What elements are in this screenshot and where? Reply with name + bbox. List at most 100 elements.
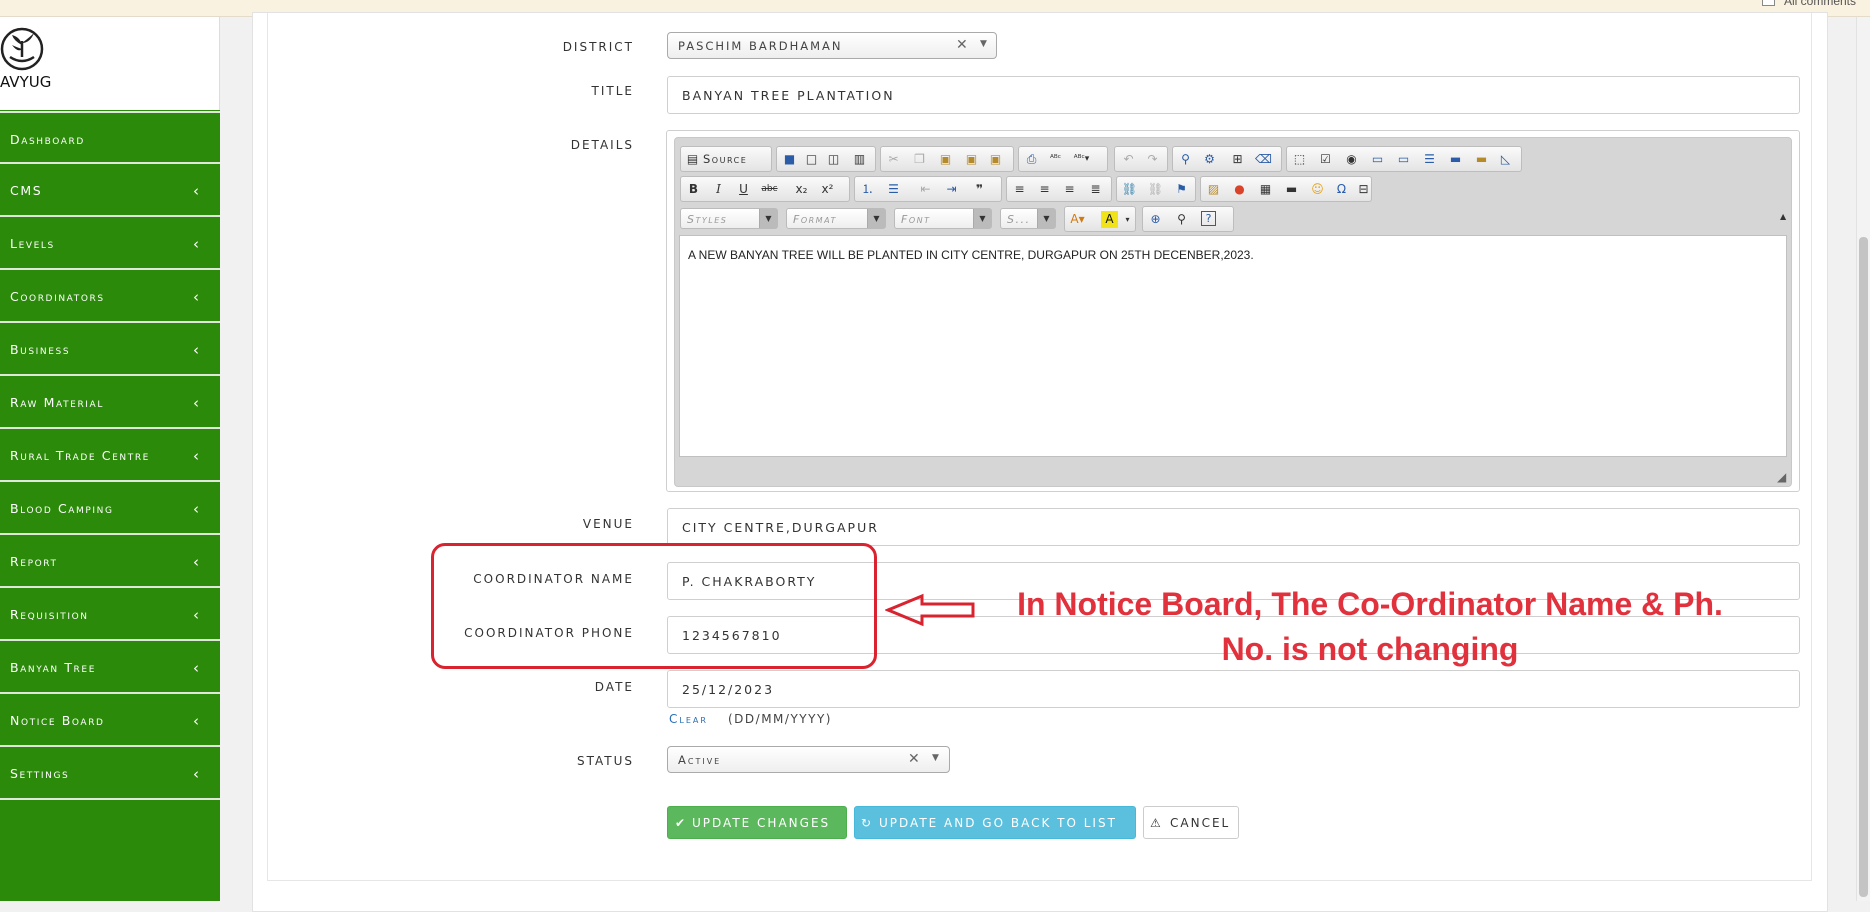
help-icon[interactable]: ? xyxy=(1201,211,1216,226)
unlink-icon[interactable]: ⛓ xyxy=(1147,181,1164,198)
image-icon[interactable]: ▨ xyxy=(1205,181,1222,198)
sidebar-item-cms[interactable]: CMS ‹ xyxy=(0,164,220,217)
source-button[interactable]: Source xyxy=(703,152,747,166)
radio-icon[interactable]: ◉ xyxy=(1343,151,1360,168)
templates-icon[interactable]: ▥ xyxy=(851,151,868,168)
sidebar-item-levels[interactable]: Levels ‹ xyxy=(0,217,220,270)
new-page-icon[interactable]: □ xyxy=(803,151,820,168)
table-icon[interactable]: ▦ xyxy=(1257,181,1274,198)
sidebar-item-blood-camping[interactable]: Blood Camping ‹ xyxy=(0,482,220,535)
image-button-icon[interactable]: ▬ xyxy=(1473,151,1490,168)
font-dropdown[interactable]: Font ▼ xyxy=(894,208,992,229)
underline-icon[interactable]: U xyxy=(735,181,752,198)
sidebar-item-business[interactable]: Business ‹ xyxy=(0,323,220,376)
show-blocks-icon[interactable]: ⚲ xyxy=(1173,211,1190,228)
scrollbar-thumb[interactable] xyxy=(1859,237,1868,897)
hidden-field-icon[interactable]: ◺ xyxy=(1497,151,1514,168)
special-char-icon[interactable]: Ω xyxy=(1333,181,1350,198)
background-color-icon[interactable]: A xyxy=(1101,211,1118,228)
page-break-icon[interactable]: ⊟ xyxy=(1355,181,1372,198)
comments-label: All comments xyxy=(1784,0,1857,8)
collapse-toolbar-icon[interactable]: ▲ xyxy=(1780,212,1786,221)
font-dropdown-label: Font xyxy=(901,213,931,226)
checkbox-icon[interactable]: ☑ xyxy=(1317,151,1334,168)
sidebar-item-requisition[interactable]: Requisition ‹ xyxy=(0,588,220,641)
remove-format-icon[interactable]: ⌫ xyxy=(1255,151,1272,168)
chevron-down-icon[interactable]: ▾ xyxy=(1119,211,1136,228)
preview-icon[interactable]: ◫ xyxy=(825,151,842,168)
update-and-back-button[interactable]: ↻ UPDATE AND GO BACK TO LIST xyxy=(854,806,1136,839)
format-dropdown[interactable]: Format ▼ xyxy=(786,208,886,229)
size-dropdown[interactable]: S... ▼ xyxy=(1000,208,1056,229)
textfield-icon[interactable]: ▭ xyxy=(1369,151,1386,168)
anchor-icon[interactable]: ⚑ xyxy=(1173,181,1190,198)
italic-icon[interactable]: I xyxy=(710,181,727,198)
print-icon[interactable]: ⎙ xyxy=(1023,151,1040,168)
venue-input[interactable]: CITY CENTRE,DURGAPUR xyxy=(667,508,1800,546)
save-icon[interactable]: ■ xyxy=(781,151,798,168)
sidebar-item-dashboard[interactable]: Dashboard xyxy=(0,111,220,164)
source-icon[interactable]: ▤ xyxy=(684,151,701,168)
copy-icon[interactable]: ❐ xyxy=(911,151,928,168)
chevron-down-icon: ▼ xyxy=(973,209,991,228)
maximize-icon[interactable]: ⊕ xyxy=(1147,211,1164,228)
bold-icon[interactable]: B xyxy=(685,181,702,198)
align-justify-icon[interactable]: ≣ xyxy=(1087,181,1104,198)
cut-icon[interactable]: ✂ xyxy=(885,151,902,168)
blockquote-icon[interactable]: ❞ xyxy=(971,181,988,198)
replace-icon[interactable]: ⚙ xyxy=(1201,151,1218,168)
smiley-icon[interactable]: ☺ xyxy=(1309,181,1326,198)
styles-dropdown[interactable]: Styles ▼ xyxy=(680,208,778,229)
toolbar-group-basic-style: B I U abc x₂ x² xyxy=(680,176,850,202)
textarea-icon[interactable]: ▭ xyxy=(1395,151,1412,168)
editor-content-area[interactable]: A NEW BANYAN TREE WILL BE PLANTED IN CIT… xyxy=(679,235,1787,457)
superscript-icon[interactable]: x² xyxy=(819,181,836,198)
paste-icon[interactable]: ▣ xyxy=(937,151,954,168)
horizontal-rule-icon[interactable]: ▬ xyxy=(1283,181,1300,198)
title-input[interactable]: BANYAN TREE PLANTATION xyxy=(667,76,1800,114)
flash-icon[interactable]: ● xyxy=(1231,181,1248,198)
date-input[interactable]: 25/12/2023 xyxy=(667,670,1800,708)
select-all-icon[interactable]: ⊞ xyxy=(1229,151,1246,168)
button-field-icon[interactable]: ▬ xyxy=(1447,151,1464,168)
status-select[interactable]: Active ✕ ▼ xyxy=(667,746,950,773)
redo-icon[interactable]: ↷ xyxy=(1144,151,1161,168)
sidebar-item-settings[interactable]: Settings ‹ xyxy=(0,747,220,800)
district-select[interactable]: PASCHIM BARDHAMAN ✕ ▼ xyxy=(667,32,997,59)
sidebar-item-report[interactable]: Report ‹ xyxy=(0,535,220,588)
sidebar-item-raw-material[interactable]: Raw Material ‹ xyxy=(0,376,220,429)
cancel-button[interactable]: ⚠ CANCEL xyxy=(1143,806,1239,839)
paste-text-icon[interactable]: ▣ xyxy=(963,151,980,168)
resize-handle-icon[interactable]: ◢ xyxy=(1777,470,1786,484)
undo-icon[interactable]: ↶ xyxy=(1120,151,1137,168)
select-field-icon[interactable]: ☰ xyxy=(1421,151,1438,168)
clear-icon[interactable]: ✕ xyxy=(956,37,968,53)
spellcheck-as-you-type-icon[interactable]: ᴬᴮᶜ▾ xyxy=(1073,151,1090,168)
align-right-icon[interactable]: ≡ xyxy=(1061,181,1078,198)
sidebar-item-coordinators[interactable]: Coordinators ‹ xyxy=(0,270,220,323)
sidebar-item-notice-board[interactable]: Notice Board ‹ xyxy=(0,694,220,747)
status-label: STATUS xyxy=(576,754,634,768)
align-left-icon[interactable]: ≡ xyxy=(1011,181,1028,198)
outdent-icon[interactable]: ⇤ xyxy=(917,181,934,198)
paste-word-icon[interactable]: ▣ xyxy=(987,151,1004,168)
comments-checkbox[interactable] xyxy=(1762,0,1775,6)
align-center-icon[interactable]: ≡ xyxy=(1036,181,1053,198)
indent-icon[interactable]: ⇥ xyxy=(943,181,960,198)
sidebar-item-rural-trade-centre[interactable]: Rural Trade Centre ‹ xyxy=(0,429,220,482)
spellcheck-icon[interactable]: ᴬᴮᶜ xyxy=(1047,151,1064,168)
vertical-scrollbar[interactable] xyxy=(1856,17,1870,901)
numbered-list-icon[interactable]: ⒈ xyxy=(859,181,876,198)
find-icon[interactable]: ⚲ xyxy=(1177,151,1194,168)
strikethrough-icon[interactable]: abc xyxy=(761,181,778,198)
form-icon[interactable]: ⬚ xyxy=(1291,151,1308,168)
bulleted-list-icon[interactable]: ☰ xyxy=(885,181,902,198)
subscript-icon[interactable]: x₂ xyxy=(793,181,810,198)
text-color-icon[interactable]: A▾ xyxy=(1069,211,1086,228)
clear-date-link[interactable]: Clear xyxy=(669,712,708,726)
sidebar-item-banyan-tree[interactable]: Banyan Tree ‹ xyxy=(0,641,220,694)
clear-icon[interactable]: ✕ xyxy=(908,751,920,767)
update-changes-button[interactable]: ✔ UPDATE CHANGES xyxy=(667,806,847,839)
link-icon[interactable]: ⛓ xyxy=(1121,181,1138,198)
chevron-down-icon: ▼ xyxy=(867,209,885,228)
